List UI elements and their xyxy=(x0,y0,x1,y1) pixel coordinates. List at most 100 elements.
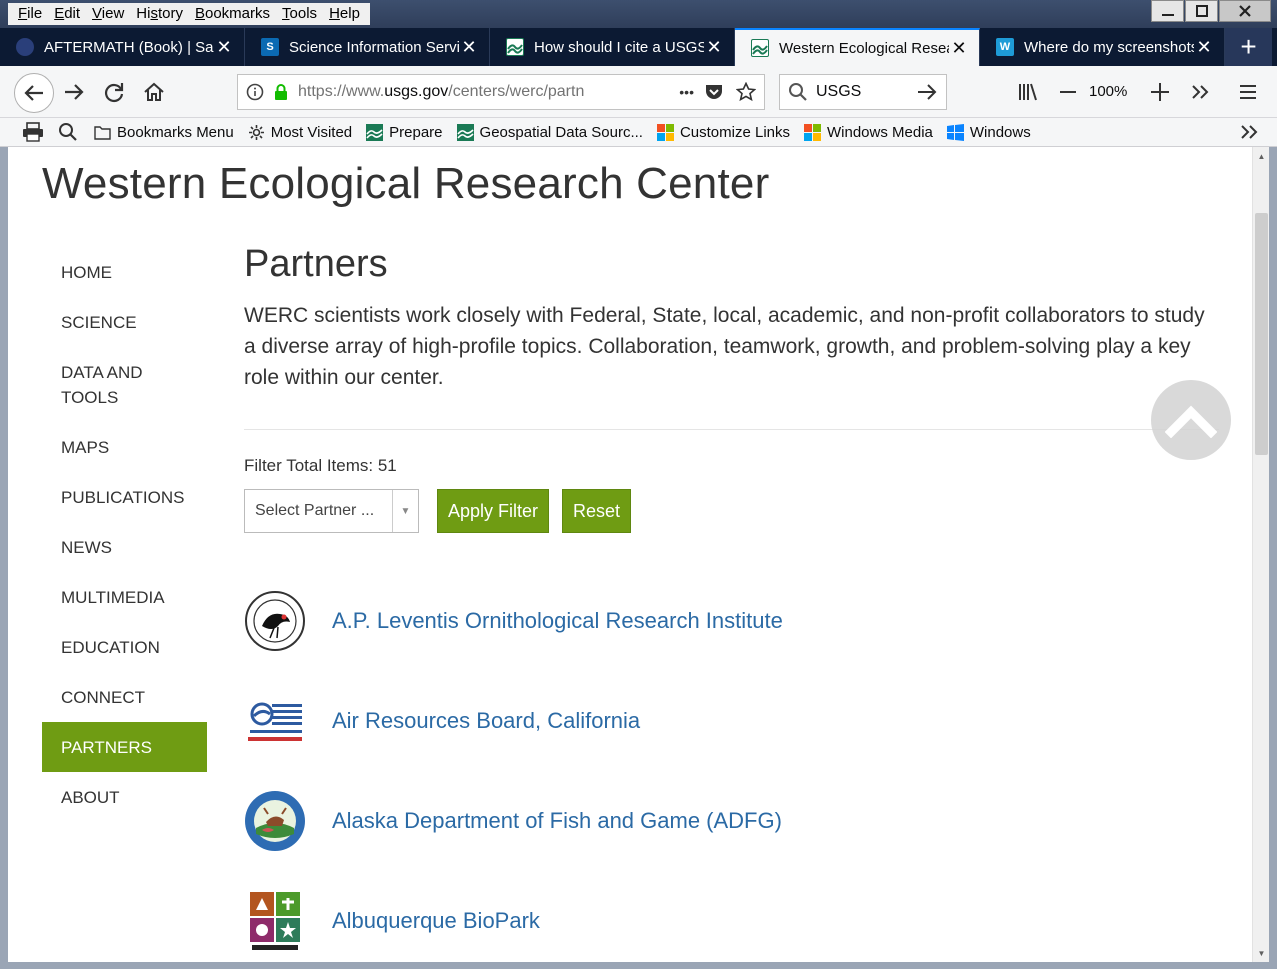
intro-text: WERC scientists work closely with Federa… xyxy=(244,304,1205,389)
tab-bar: AFTERMATH (Book) | San ✕ S Science Infor… xyxy=(0,28,1277,66)
home-button[interactable] xyxy=(138,76,170,108)
partner-link[interactable]: Air Resources Board, California xyxy=(332,708,640,734)
sidebar-item-maps[interactable]: MAPS xyxy=(42,422,207,472)
reload-button[interactable] xyxy=(98,76,130,108)
bookmark-customize-links[interactable]: Customize Links xyxy=(656,123,790,141)
print-icon[interactable] xyxy=(22,122,44,142)
menu-bookmarks[interactable]: Bookmarks xyxy=(189,3,276,25)
tab-title: Science Information Servi xyxy=(289,38,459,56)
sidebar-item-news[interactable]: NEWS xyxy=(42,522,207,572)
sidebar-item-science[interactable]: SCIENCE xyxy=(42,297,207,347)
tab-western-ecological[interactable]: Western Ecological Resea ✕ xyxy=(735,28,980,66)
home-icon xyxy=(144,82,164,101)
pocket-icon[interactable] xyxy=(704,82,724,102)
reset-button[interactable]: Reset xyxy=(562,489,632,533)
tab-aftermath[interactable]: AFTERMATH (Book) | San ✕ xyxy=(0,28,245,66)
partner-list: A.P. Leventis Ornithological Research In… xyxy=(244,571,1219,962)
tab-cite-usgs[interactable]: How should I cite a USGS ✕ xyxy=(490,28,735,66)
bookmarks-overflow-button[interactable] xyxy=(1239,122,1259,148)
scrollbar[interactable]: ▲ ▼ xyxy=(1252,147,1269,962)
list-item: A.P. Leventis Ornithological Research In… xyxy=(244,571,1219,671)
partner-link[interactable]: Alaska Department of Fish and Game (ADFG… xyxy=(332,808,782,834)
menu-file[interactable]: File xyxy=(12,3,48,25)
site-title[interactable]: Western Ecological Research Center xyxy=(42,159,769,209)
bookmark-windows[interactable]: Windows xyxy=(946,123,1031,141)
sidebar-item-multimedia[interactable]: MULTIMEDIA xyxy=(42,572,207,622)
tab-close-icon[interactable]: ✕ xyxy=(704,37,724,58)
bookmark-most-visited[interactable]: Most Visited xyxy=(248,124,352,141)
air-resources-board-logo-icon[interactable] xyxy=(244,690,306,752)
tab-close-icon[interactable]: ✕ xyxy=(214,37,234,58)
star-icon[interactable] xyxy=(736,82,756,102)
leventis-logo-icon[interactable] xyxy=(244,590,306,652)
menu-button[interactable] xyxy=(1232,76,1264,108)
ms-icon xyxy=(804,123,821,141)
menu-bar: File Edit View History Bookmarks Tools H… xyxy=(8,3,370,25)
tab-title: How should I cite a USGS xyxy=(534,38,704,56)
library-icon xyxy=(1019,83,1037,101)
partner-select[interactable]: Select Partner ... ▼ xyxy=(244,489,419,533)
filter-controls: Select Partner ... ▼ Apply Filter Reset xyxy=(244,489,1219,533)
info-icon[interactable] xyxy=(246,83,264,101)
tab-close-icon[interactable]: ✕ xyxy=(459,37,479,58)
menu-tools[interactable]: Tools xyxy=(276,3,323,25)
tab-close-icon[interactable]: ✕ xyxy=(949,38,969,59)
library-button[interactable] xyxy=(1012,76,1044,108)
lock-icon[interactable] xyxy=(272,83,290,101)
bookmark-bookmarks-menu[interactable]: Bookmarks Menu xyxy=(94,124,234,141)
abq-biopark-logo-icon[interactable] xyxy=(244,890,306,952)
sidebar-item-home[interactable]: HOME xyxy=(42,247,207,297)
apply-filter-button[interactable]: Apply Filter xyxy=(437,489,550,533)
search-icon[interactable] xyxy=(58,122,78,142)
tab-screenshots[interactable]: W Where do my screenshots ✕ xyxy=(980,28,1225,66)
url-bar[interactable]: https://www.usgs.gov/centers/werc/partn … xyxy=(237,74,765,110)
scroll-thumb[interactable] xyxy=(1255,213,1268,455)
sidebar-item-data-and-tools[interactable]: DATA AND TOOLS xyxy=(42,347,172,422)
hamburger-icon xyxy=(1240,85,1256,99)
minimize-button[interactable] xyxy=(1151,0,1184,22)
search-input[interactable]: USGS xyxy=(816,83,916,101)
maximize-button[interactable] xyxy=(1185,0,1218,22)
bookmark-geospatial-data[interactable]: Geospatial Data Sourc... xyxy=(456,123,643,141)
zoom-in-button[interactable] xyxy=(1144,76,1176,108)
url-text[interactable]: https://www.usgs.gov/centers/werc/partn xyxy=(298,83,669,101)
sidebar-item-about[interactable]: ABOUT xyxy=(42,772,207,822)
tab-close-icon[interactable]: ✕ xyxy=(1194,37,1214,58)
new-tab-button[interactable]: + xyxy=(1225,28,1272,66)
windows-icon xyxy=(946,123,964,141)
search-bar[interactable]: USGS xyxy=(779,74,947,110)
page-actions-icon[interactable]: ••• xyxy=(679,84,694,100)
menu-view[interactable]: View xyxy=(86,3,130,25)
partner-link[interactable]: Albuquerque BioPark xyxy=(332,908,540,934)
forward-button[interactable] xyxy=(58,76,90,108)
adfg-logo-icon[interactable] xyxy=(244,790,306,852)
usgs-icon xyxy=(751,39,769,57)
partner-link[interactable]: A.P. Leventis Ornithological Research In… xyxy=(332,608,783,634)
menu-edit[interactable]: Edit xyxy=(48,3,86,25)
close-window-button[interactable] xyxy=(1219,0,1271,22)
back-to-top-button[interactable] xyxy=(1151,380,1231,460)
chevron-down-icon: ▼ xyxy=(392,490,418,532)
sidebar-item-connect[interactable]: CONNECT xyxy=(42,672,207,722)
scroll-up-icon[interactable]: ▲ xyxy=(1253,149,1269,163)
chevron-up-icon xyxy=(1165,405,1217,438)
scroll-down-icon[interactable]: ▼ xyxy=(1253,946,1269,960)
sidebar-item-publications[interactable]: PUBLICATIONS xyxy=(42,472,207,522)
sidebar-item-partners[interactable]: PARTNERS xyxy=(42,722,207,772)
zoom-level[interactable]: 100% xyxy=(1089,83,1127,100)
w-icon: W xyxy=(996,38,1014,56)
arrow-right-icon[interactable] xyxy=(916,81,938,103)
tab-title: Where do my screenshots xyxy=(1024,38,1194,56)
tab-science-information[interactable]: S Science Information Servi ✕ xyxy=(245,28,490,66)
sidebar-item-education[interactable]: EDUCATION xyxy=(42,622,207,672)
menu-help[interactable]: Help xyxy=(323,3,366,25)
bookmark-windows-media[interactable]: Windows Media xyxy=(804,123,933,141)
back-button[interactable] xyxy=(14,73,54,113)
bookmark-prepare[interactable]: Prepare xyxy=(366,123,443,141)
menu-history[interactable]: History xyxy=(130,3,189,25)
overflow-button[interactable] xyxy=(1184,76,1216,108)
tab-title: Western Ecological Resea xyxy=(779,39,949,57)
zoom-out-button[interactable] xyxy=(1052,76,1084,108)
list-item: Albuquerque BioPark xyxy=(244,871,1219,962)
search-icon xyxy=(789,83,807,101)
